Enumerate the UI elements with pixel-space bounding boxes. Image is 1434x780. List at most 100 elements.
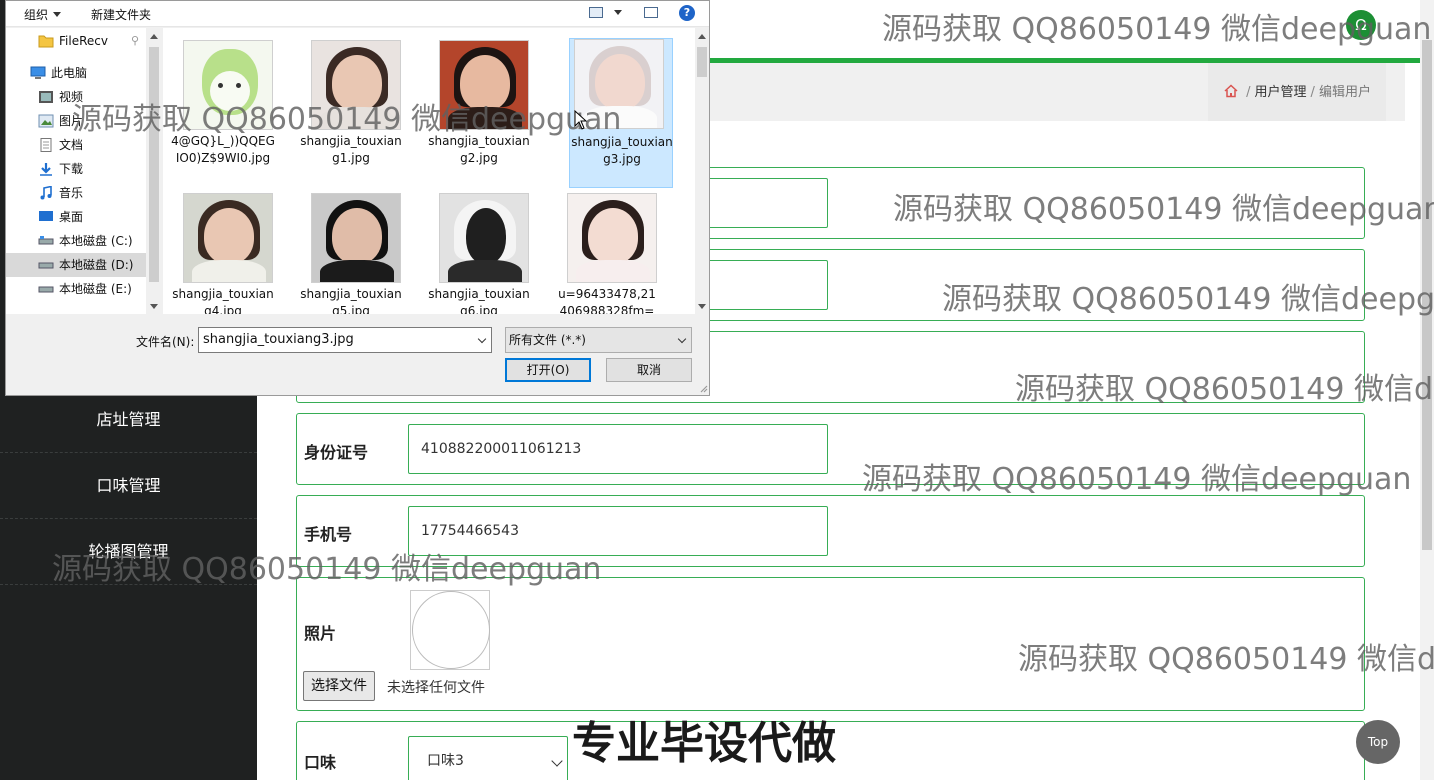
view-mode-dropdown[interactable] (609, 6, 622, 20)
file-type-value: 所有文件 (*.*) (509, 333, 586, 347)
photo-label: 照片 (304, 624, 337, 643)
no-file-text: 未选择任何文件 (387, 680, 485, 696)
file-list-scrollbar-thumb[interactable] (697, 47, 707, 77)
nav-item-filerecv[interactable]: FileRecv ⚲ (6, 29, 146, 53)
file-open-dialog: 组织 新建文件夹 ? FileRecv ⚲ 此电脑 视频 图片 文档 下载 音乐… (5, 0, 710, 396)
drive-icon (38, 236, 54, 245)
desktop-icon (39, 211, 53, 221)
file-tile[interactable]: shangjia_touxiang6.jpg (427, 183, 531, 314)
file-name: u=96433478,21406988328fm= (558, 287, 656, 314)
file-thumbnail (183, 40, 273, 130)
file-thumbnail (183, 193, 273, 283)
choose-file-button[interactable]: 选择文件 (303, 671, 375, 701)
sidebar-item-store-address[interactable]: 店址管理 (0, 387, 257, 453)
file-tile[interactable]: u=96433478,21406988328fm= (555, 183, 659, 314)
drive-icon (38, 262, 54, 269)
chevron-down-icon[interactable] (477, 334, 487, 344)
home-icon[interactable] (1224, 84, 1238, 98)
nav-item-this-pc[interactable]: 此电脑 (6, 61, 146, 85)
chevron-down-icon (677, 334, 687, 344)
view-mode-icon[interactable] (589, 7, 603, 18)
nav-item-drive-d[interactable]: 本地磁盘 (D:) (6, 253, 146, 277)
file-tile[interactable]: shangjia_touxiang5.jpg (299, 183, 403, 314)
filename-value: shangjia_touxiang3.jpg (203, 332, 354, 347)
form-row-phone: 手机号 17754466543 (296, 495, 1365, 567)
sidebar-item-flavor[interactable]: 口味管理 (0, 453, 257, 519)
nav-label: 桌面 (59, 210, 84, 224)
id-number-input[interactable]: 410882200011061213 (408, 424, 828, 474)
file-name: shangjia_touxiang2.jpg (428, 134, 530, 165)
file-thumbnail (311, 193, 401, 283)
form-row-id-number: 身份证号 410882200011061213 (296, 413, 1365, 485)
document-icon (40, 138, 52, 152)
flavor-label: 口味 (304, 753, 337, 772)
nav-label: 视频 (59, 90, 84, 104)
computer-icon (30, 66, 46, 79)
file-tile[interactable]: shangjia_touxiang2.jpg (427, 30, 531, 180)
music-icon (40, 186, 52, 200)
nav-item-music[interactable]: 音乐 (6, 181, 146, 205)
nav-label: 图片 (59, 114, 84, 128)
file-name: 4@GQ}L_))QQEGIO0)Z$9WI0.jpg (171, 134, 275, 165)
nav-item-desktop[interactable]: 桌面 (6, 205, 146, 229)
chevron-down-icon (614, 10, 622, 15)
file-name: shangjia_touxiang6.jpg (428, 287, 530, 314)
organize-menu[interactable]: 组织 (24, 6, 62, 23)
file-name: shangjia_touxiang1.jpg (300, 134, 402, 165)
avatar[interactable]: Ω (1346, 10, 1376, 40)
nav-label: 本地磁盘 (C:) (59, 234, 133, 248)
breadcrumb-separator: / (1246, 85, 1251, 100)
preview-pane-icon[interactable] (644, 7, 658, 18)
mouse-cursor-icon (574, 110, 588, 130)
chevron-down-icon (551, 755, 563, 767)
scroll-down-icon[interactable] (150, 304, 158, 309)
form-row-photo: 照片 选择文件 未选择任何文件 (296, 577, 1365, 711)
scroll-up-icon[interactable] (150, 34, 158, 39)
back-to-top-button[interactable]: Top (1356, 720, 1400, 764)
sidebar-item-label: 口味管理 (96, 476, 161, 495)
nav-label: 本地磁盘 (D:) (59, 258, 134, 272)
scroll-up-icon[interactable] (698, 34, 706, 39)
file-name: shangjia_touxiang5.jpg (300, 287, 402, 314)
sidebar-item-label: 轮播图管理 (88, 542, 169, 561)
nav-item-videos[interactable]: 视频 (6, 85, 146, 109)
organize-label: 组织 (24, 8, 49, 22)
open-button[interactable]: 打开(O) (505, 358, 591, 382)
nav-item-downloads[interactable]: 下载 (6, 157, 146, 181)
nav-item-pictures[interactable]: 图片 (6, 109, 146, 133)
photo-placeholder (412, 591, 490, 669)
id-number-label: 身份证号 (304, 443, 369, 462)
drive-icon (38, 286, 54, 293)
file-tile[interactable]: shangjia_touxiang1.jpg (299, 30, 403, 180)
file-list-pane: 4@GQ}L_))QQEGIO0)Z$9WI0.jpg shangjia_tou… (163, 28, 695, 314)
help-icon[interactable]: ? (679, 5, 695, 21)
sidebar-item-carousel[interactable]: 轮播图管理 (0, 519, 257, 585)
flavor-select-value: 口味3 (427, 753, 464, 769)
cancel-button[interactable]: 取消 (606, 358, 692, 382)
file-type-select[interactable]: 所有文件 (*.*) (505, 327, 692, 353)
flavor-select[interactable]: 口味3 (408, 736, 568, 780)
breadcrumb-section[interactable]: 用户管理 (1255, 85, 1307, 100)
file-name: shangjia_touxiang3.jpg (571, 135, 673, 166)
download-icon (40, 163, 52, 176)
new-folder-button[interactable]: 新建文件夹 (91, 6, 151, 23)
nav-item-documents[interactable]: 文档 (6, 133, 146, 157)
promo-banner-text: 专业毕设代做 (572, 718, 836, 769)
nav-item-drive-c[interactable]: 本地磁盘 (C:) (6, 229, 146, 253)
resize-grip-icon[interactable] (698, 383, 708, 393)
navigation-pane: FileRecv ⚲ 此电脑 视频 图片 文档 下载 音乐 桌面 本地磁盘 (C… (6, 28, 161, 314)
nav-scrollbar-thumb[interactable] (149, 47, 159, 282)
avatar-glyph: Ω (1355, 16, 1367, 34)
phone-input[interactable]: 17754466543 (408, 506, 828, 556)
nav-item-drive-e[interactable]: 本地磁盘 (E:) (6, 277, 146, 301)
page-scrollbar-thumb[interactable] (1422, 40, 1432, 550)
nav-label: 文档 (59, 138, 84, 152)
filename-input[interactable]: shangjia_touxiang3.jpg (198, 327, 492, 353)
pin-icon[interactable]: ⚲ (131, 29, 139, 53)
breadcrumb-current: 编辑用户 (1318, 85, 1371, 100)
file-tile[interactable]: shangjia_touxiang4.jpg (171, 183, 275, 314)
file-tile[interactable]: 4@GQ}L_))QQEGIO0)Z$9WI0.jpg (171, 30, 275, 180)
nav-label: 此电脑 (51, 66, 88, 80)
scroll-down-icon[interactable] (698, 304, 706, 309)
chevron-down-icon (53, 12, 62, 17)
